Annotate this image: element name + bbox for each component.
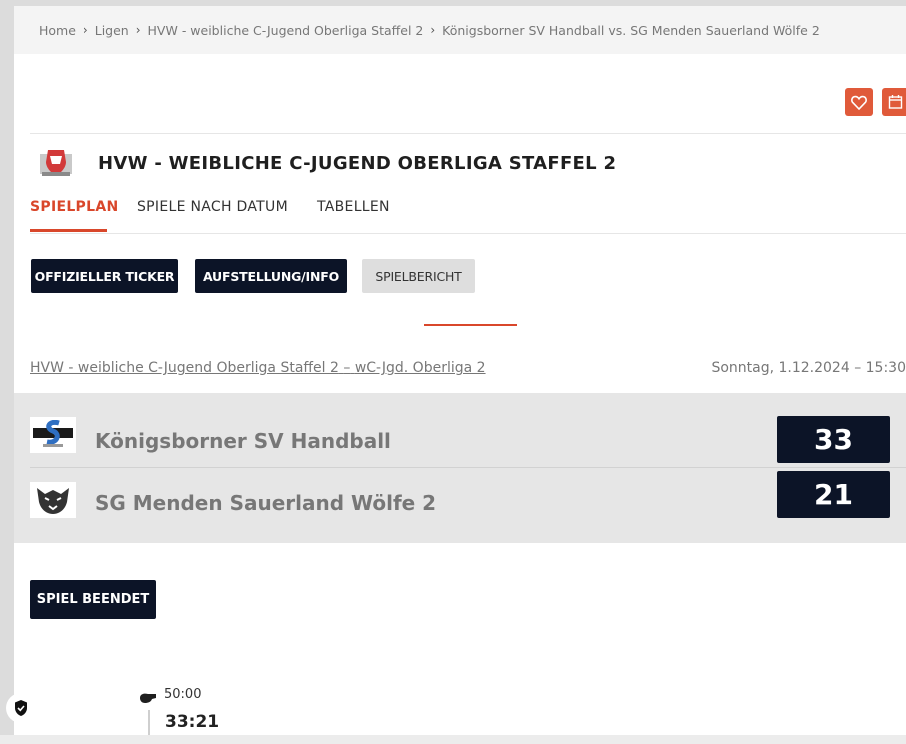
official-ticker-button[interactable]: OFFIZIELLER TICKER [31, 259, 178, 293]
favorite-button[interactable] [845, 88, 873, 116]
home-score: 33 [777, 416, 890, 463]
whistle-icon [138, 689, 158, 708]
away-team-logo [30, 482, 76, 518]
scoreboard: Königsborner SV Handball 33 SG Menden Sa… [14, 393, 906, 543]
calendar-add-button[interactable] [882, 88, 906, 116]
ksv-logo-icon [33, 420, 73, 447]
timeline-score: 33:21 [165, 712, 220, 732]
timeline-time: 50:00 [164, 687, 202, 702]
tab-spiele-nach-datum[interactable]: SPIELE NACH DATUM [137, 199, 288, 215]
heart-icon [851, 95, 867, 110]
match-date: Sonntag, 1.12.2024 – 15:30 [711, 360, 906, 376]
breadcrumb-ligen[interactable]: Ligen [95, 23, 129, 38]
lineup-info-button[interactable]: AUFSTELLUNG/INFO [195, 259, 347, 293]
bottom-bar [0, 735, 906, 744]
home-team-name[interactable]: Königsborner SV Handball [95, 429, 391, 453]
away-team-name[interactable]: SG Menden Sauerland Wölfe 2 [95, 491, 436, 515]
team-divider [30, 467, 906, 468]
group-separator: – [343, 360, 351, 376]
tab-spielplan[interactable]: SPIELPLAN [30, 199, 118, 215]
breadcrumb-home[interactable]: Home [39, 23, 76, 38]
tab-tabellen[interactable]: TABELLEN [317, 199, 390, 215]
breadcrumb: Home › Ligen › HVW - weibliche C-Jugend … [14, 6, 906, 54]
chevron-right-icon: › [82, 23, 88, 37]
active-tab-indicator [30, 229, 107, 232]
league-link[interactable]: HVW - weibliche C-Jugend Oberliga Staffe… [30, 360, 339, 376]
section-indicator [424, 324, 517, 326]
breadcrumb-league[interactable]: HVW - weibliche C-Jugend Oberliga Staffe… [148, 23, 424, 38]
league-title: HVW - WEIBLICHE C-JUGEND OBERLIGA STAFFE… [98, 153, 617, 174]
chevron-right-icon: › [430, 23, 436, 37]
away-score: 21 [777, 471, 890, 518]
chevron-right-icon: › [135, 23, 141, 37]
page: Home › Ligen › HVW - weibliche C-Jugend … [14, 6, 906, 744]
breadcrumb-match: Königsborner SV Handball vs. SG Menden S… [442, 22, 820, 38]
match-status-badge: SPIEL BEENDET [30, 580, 156, 619]
group-link[interactable]: wC-Jgd. Oberliga 2 [355, 360, 486, 376]
match-league-link: HVW - weibliche C-Jugend Oberliga Staffe… [30, 360, 486, 376]
calendar-add-icon [888, 95, 903, 109]
home-team-logo [30, 417, 76, 453]
wolf-logo-icon [37, 488, 69, 514]
divider [30, 133, 906, 134]
shield-check-icon[interactable] [6, 693, 36, 723]
match-report-button[interactable]: SPIELBERICHT [362, 259, 475, 293]
tabs-divider [30, 233, 906, 234]
league-crest-icon [38, 148, 74, 180]
